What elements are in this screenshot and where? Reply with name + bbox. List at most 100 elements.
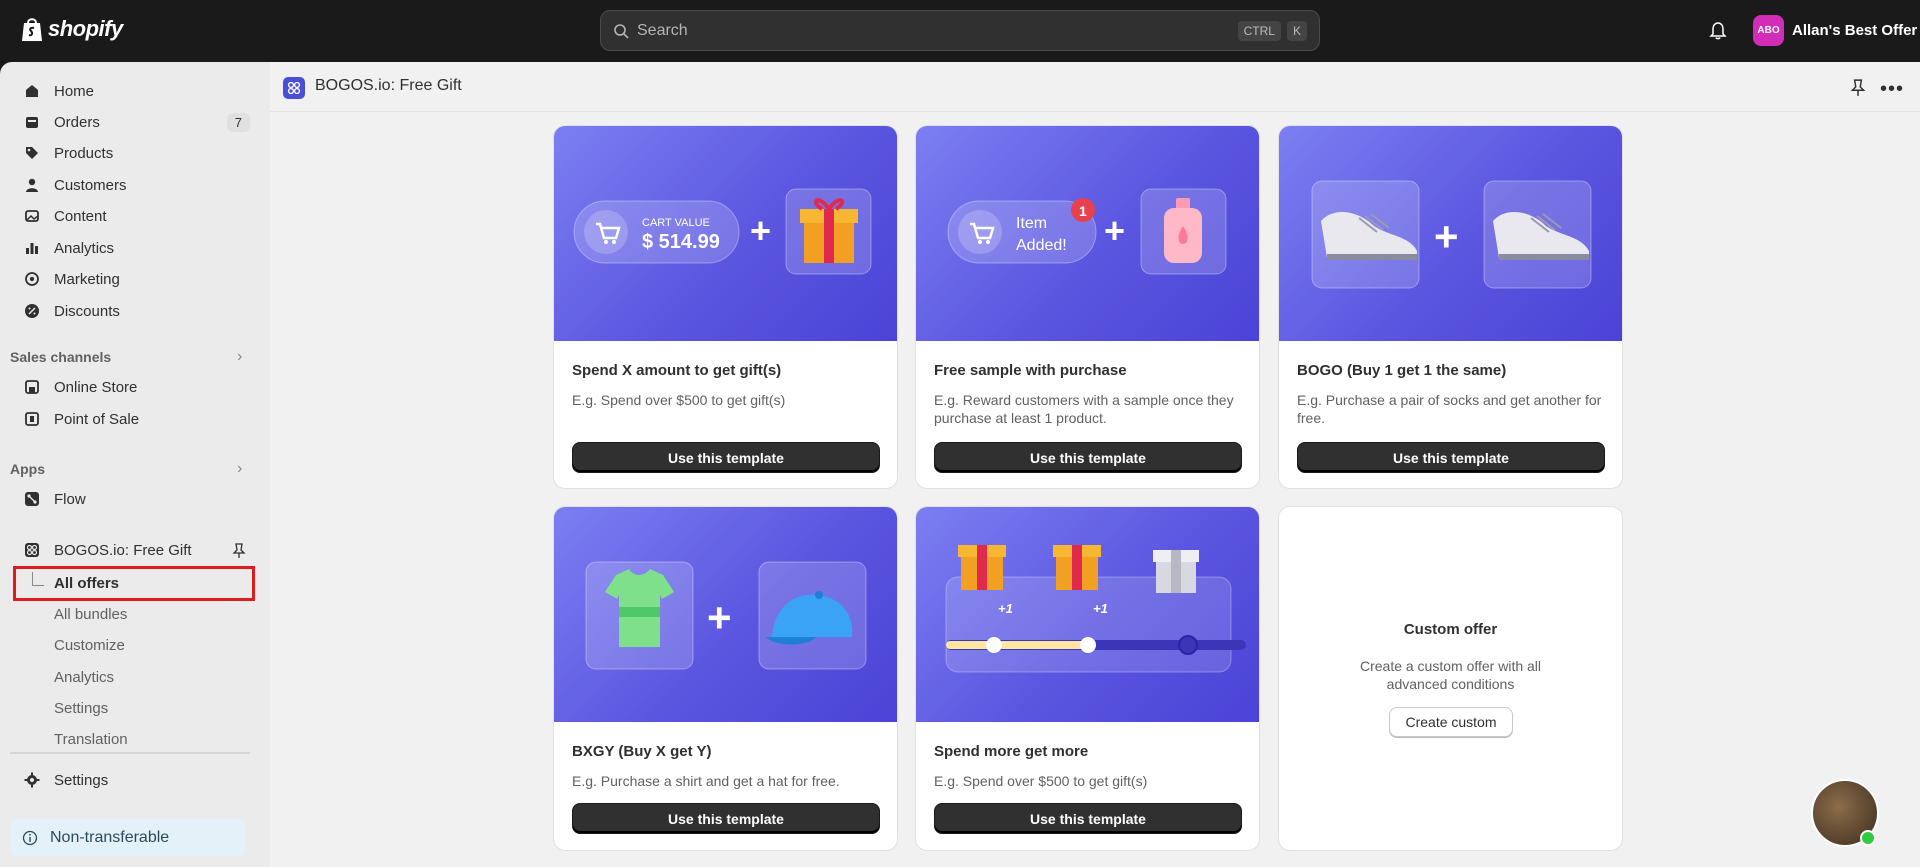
card-title: BOGO (Buy 1 get 1 the same) (1297, 362, 1507, 379)
sidebar-item-label: BOGOS.io: Free Gift (54, 541, 192, 559)
item-added-label: Item (1016, 215, 1047, 232)
custom-offer-card: Custom offer Create a custom offer with … (1278, 506, 1623, 851)
info-icon (22, 830, 38, 845)
sidebar-item-label: Point of Sale (54, 410, 140, 428)
orders-icon (26, 117, 38, 128)
use-template-button[interactable]: Use this template (572, 442, 880, 473)
target-icon (25, 272, 39, 286)
non-transferable-banner[interactable]: Non-transferable (10, 819, 246, 856)
card-description: E.g. Reward customers with a sample once… (934, 392, 1234, 426)
store-icon (25, 380, 39, 394)
cart-value-label: CART VALUE (642, 217, 710, 229)
template-card: Item Added! 1 + Free sample with purchas… (915, 125, 1260, 489)
use-template-button[interactable]: Use this template (934, 803, 1242, 834)
item-count-badge: 1 (1079, 203, 1087, 219)
orders-count-badge: 7 (226, 112, 250, 132)
tag-icon (26, 147, 38, 159)
store-avatar: ABO (1753, 15, 1784, 46)
person-icon (26, 178, 38, 192)
sidebar-sub-item-settings[interactable]: Settings (54, 700, 108, 717)
bogos-app-icon (25, 543, 39, 557)
main-content: BOGOS.io: Free Gift ••• CART VALUE $ 514… (270, 62, 1920, 867)
shopify-logo[interactable]: shopify (20, 15, 123, 43)
sidebar-item-flow[interactable]: Flow (10, 484, 250, 514)
pin-icon[interactable] (1850, 79, 1866, 97)
svg-text:+: + (1104, 210, 1125, 251)
custom-offer-title: Custom offer (1403, 621, 1498, 638)
search-bar[interactable]: Search CTRL K (600, 10, 1320, 51)
sidebar-item-label: Flow (54, 490, 86, 508)
use-template-button[interactable]: Use this template (1297, 442, 1605, 473)
plus-one-label: +1 (1093, 601, 1108, 616)
bell-icon[interactable] (1708, 20, 1728, 40)
top-bar: shopify Search CTRL K ABO Allan's Best O… (0, 0, 1920, 62)
chevron-right-icon[interactable]: › (237, 348, 242, 366)
sidebar-divider (10, 752, 250, 754)
free-sample-illustration: Item Added! 1 + (916, 126, 1259, 341)
custom-offer-description: Create a custom offer with all advanced … (1359, 658, 1542, 692)
sidebar-item-discounts[interactable]: Discounts (10, 296, 250, 326)
sidebar-item-bogos[interactable]: BOGOS.io: Free Gift (10, 535, 250, 565)
discount-icon (25, 304, 39, 318)
sidebar-item-content[interactable]: Content (10, 201, 250, 231)
sidebar-item-home[interactable]: Home (10, 76, 250, 106)
sidebar-item-marketing[interactable]: Marketing (10, 264, 250, 294)
sidebar-item-label: Products (54, 144, 114, 162)
use-template-button[interactable]: Use this template (572, 803, 880, 834)
cart-value-amount: $ 514.99 (642, 231, 720, 253)
template-card: + BOGO (Buy 1 get 1 the same) E.g. Purch… (1278, 125, 1623, 489)
sidebar-item-label: Settings (54, 771, 109, 789)
sidebar-sub-item-translation[interactable]: Translation (54, 731, 128, 748)
chevron-right-icon[interactable]: › (237, 460, 242, 478)
sidebar-item-label: Marketing (54, 270, 120, 288)
sidebar-item-label: Content (54, 207, 107, 225)
sidebar-item-point-of-sale[interactable]: Point of Sale (10, 404, 250, 434)
gear-icon (24, 772, 40, 788)
sidebar-item-customers[interactable]: Customers (10, 170, 250, 200)
spend-more-illustration: +1 +1 (916, 507, 1259, 722)
apps-title[interactable]: Apps (10, 461, 45, 477)
non-transferable-label: Non-transferable (50, 828, 170, 846)
online-status-dot (1860, 830, 1876, 846)
card-description: E.g. Purchase a pair of socks and get an… (1297, 392, 1602, 426)
sidebar-item-analytics[interactable]: Analytics (10, 233, 250, 263)
bogos-logo-icon (283, 77, 305, 99)
sidebar-sub-item-customize[interactable]: Customize (54, 637, 125, 654)
card-title: Spend more get more (934, 743, 1089, 760)
store-menu[interactable]: ABO Allan's Best Offer (1753, 15, 1917, 46)
shortcut-k: K (1286, 20, 1307, 41)
search-placeholder: Search (637, 21, 688, 39)
sidebar-item-label: Orders (54, 113, 100, 131)
card-title: Free sample with purchase (934, 362, 1127, 379)
sidebar-item-settings[interactable]: Settings (10, 765, 250, 795)
flow-icon (25, 492, 39, 506)
sidebar-item-online-store[interactable]: Online Store (10, 372, 250, 402)
sidebar-item-label: Discounts (54, 302, 120, 320)
plus-one-label: +1 (998, 601, 1013, 616)
sidebar-item-label: Online Store (54, 378, 138, 396)
template-card: + BXGY (Buy X get Y) E.g. Purchase a shi… (553, 506, 898, 851)
content-icon (25, 210, 39, 222)
create-custom-button[interactable]: Create custom (1389, 707, 1513, 737)
store-name: Allan's Best Offer (1792, 22, 1918, 39)
sidebar-item-orders[interactable]: Orders 7 (10, 107, 250, 137)
sidebar-sub-item-all-offers[interactable]: All offers (54, 575, 119, 592)
app-header: BOGOS.io: Free Gift ••• (270, 62, 1920, 112)
sales-channels-title[interactable]: Sales channels (10, 349, 111, 365)
bar-chart-icon (26, 243, 38, 254)
sidebar-item-products[interactable]: Products (10, 138, 250, 168)
card-title: Spend X amount to get gift(s) (572, 362, 782, 379)
logo-text: shopify (48, 16, 123, 41)
sidebar-sub-item-all-bundles[interactable]: All bundles (54, 606, 127, 623)
sidebar-item-label: Customers (54, 176, 127, 194)
card-title: BXGY (Buy X get Y) (572, 743, 712, 760)
sidebar-item-label: Analytics (54, 239, 115, 257)
svg-text:+: + (750, 210, 771, 251)
card-description: E.g. Spend over $500 to get gift(s) (572, 392, 786, 408)
more-options-icon[interactable]: ••• (1880, 78, 1904, 101)
pin-icon[interactable] (232, 543, 246, 559)
sidebar-sub-item-analytics[interactable]: Analytics (54, 669, 114, 686)
app-title: BOGOS.io: Free Gift (315, 77, 462, 94)
use-template-button[interactable]: Use this template (934, 442, 1242, 473)
svg-text:+: + (1434, 213, 1459, 260)
